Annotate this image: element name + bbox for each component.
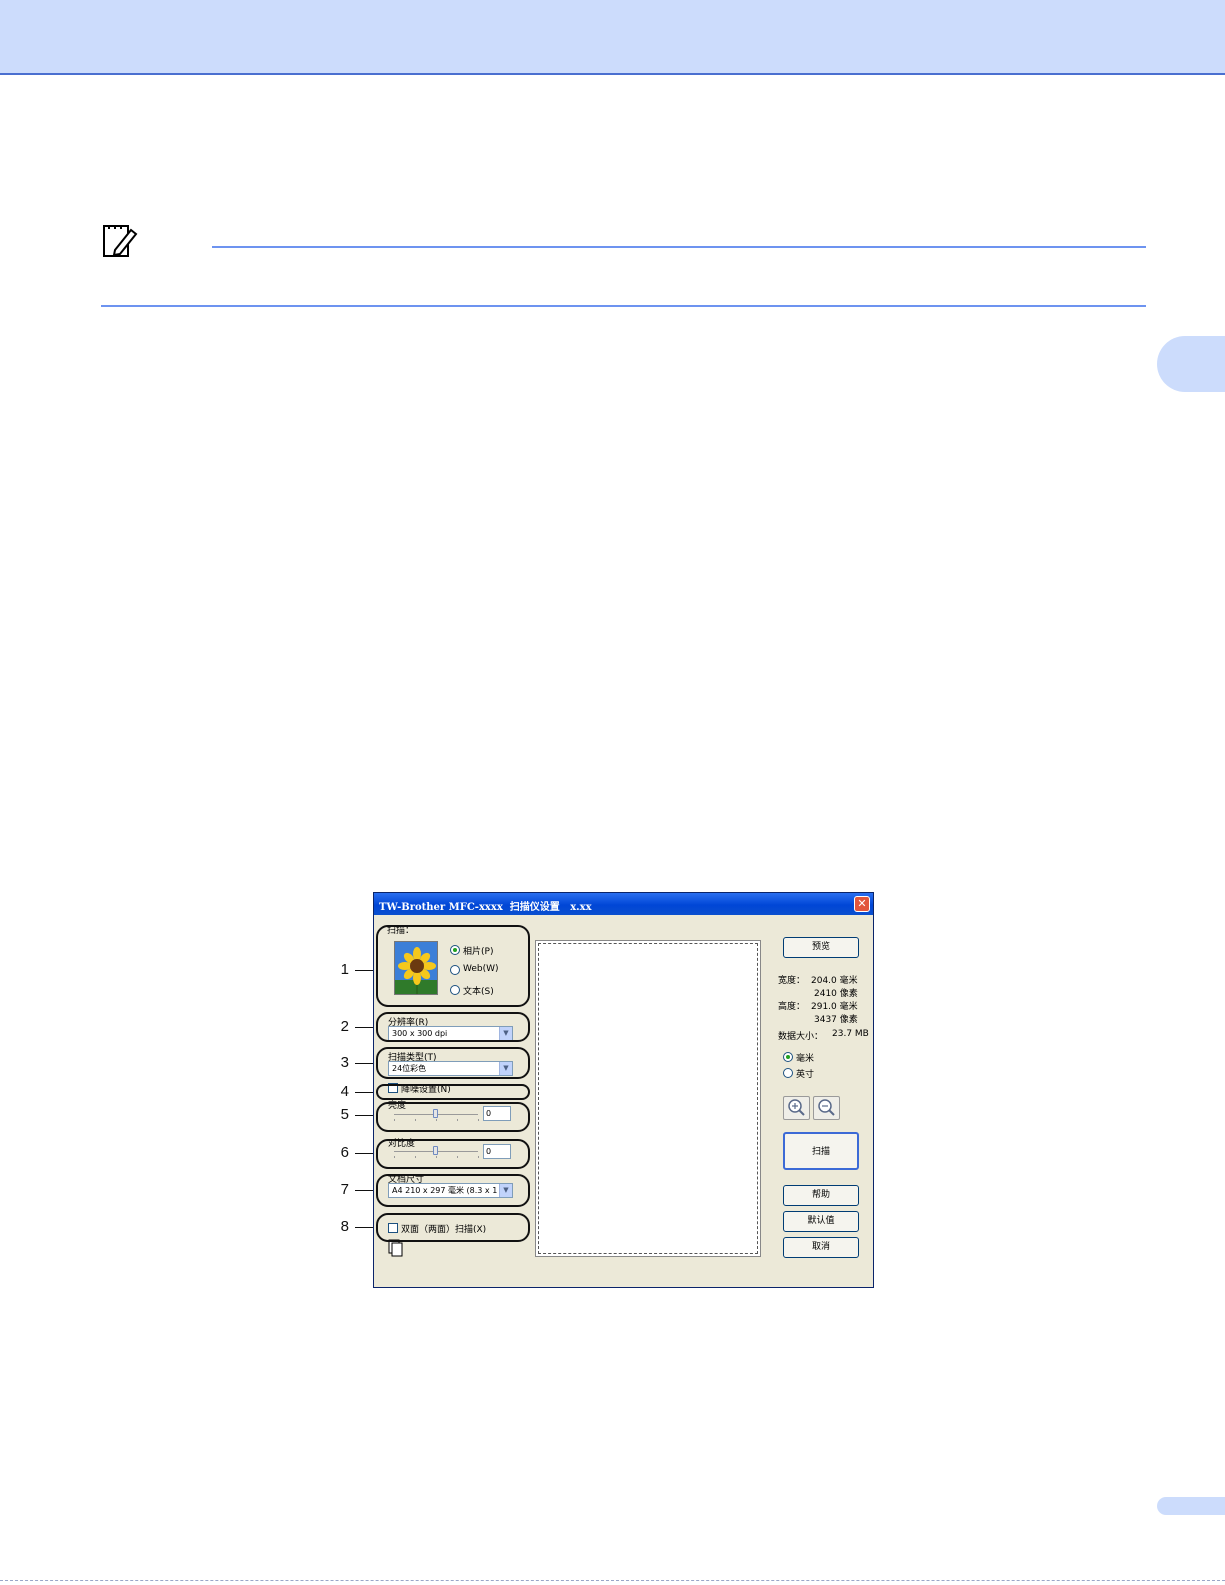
chevron-down-icon: ▼ [499, 1062, 512, 1075]
cancel-button[interactable]: 取消 [783, 1237, 859, 1258]
brightness-value-input[interactable]: 0 [483, 1106, 511, 1121]
zoom-out-button[interactable] [813, 1096, 840, 1120]
chevron-down-icon: ▼ [499, 1184, 512, 1197]
dialog-titlebar[interactable]: TW-Brother MFC-xxxx 扫描仪设置 x.xx ✕ [374, 893, 873, 915]
scan-preview-area[interactable] [535, 940, 761, 1257]
chevron-down-icon: ▼ [499, 1027, 512, 1040]
dialog-title: TW-Brother MFC-xxxx 扫描仪设置 x.xx [379, 902, 592, 913]
help-button[interactable]: 帮助 [783, 1185, 859, 1206]
brightness-label: 亮度 [388, 1101, 407, 1111]
contrast-value-input[interactable]: 0 [483, 1144, 511, 1159]
data-size-value: 23.7 MB [832, 1029, 869, 1039]
scan-mode-label: 扫描： [387, 926, 415, 936]
note-pencil-icon [103, 225, 138, 257]
page-number-tab [1157, 1497, 1225, 1515]
preview-button[interactable]: 预览 [783, 937, 859, 958]
note-rule-top [212, 246, 1146, 248]
width-px-value: 2410 像素 [814, 989, 858, 999]
zoom-out-icon [818, 1099, 835, 1116]
slider-thumb [433, 1146, 438, 1155]
data-size-label: 数据大小： [778, 1032, 824, 1042]
note-rule-bottom [101, 305, 1146, 307]
width-mm-value: 204.0 毫米 [811, 976, 858, 986]
page-header-band [0, 0, 1225, 75]
document-pages-icon [388, 1239, 403, 1257]
slider-thumb [433, 1109, 438, 1118]
default-button[interactable]: 默认值 [783, 1211, 859, 1232]
chapter-tab [1157, 336, 1225, 392]
footer-rule [0, 1580, 1225, 1581]
zoom-in-button[interactable] [783, 1096, 810, 1120]
scan-button[interactable]: 扫描 [783, 1132, 859, 1170]
contrast-label: 对比度 [388, 1139, 416, 1149]
resolution-select[interactable]: 300 x 300 dpi ▼ [388, 1026, 513, 1041]
document-size-select[interactable]: A4 210 x 297 毫米 (8.3 x 1 ▼ [388, 1183, 513, 1198]
width-label: 宽度： [778, 976, 806, 986]
scanner-settings-dialog: TW-Brother MFC-xxxx 扫描仪设置 x.xx ✕ 扫描： 相片(… [373, 892, 874, 1288]
scan-type-select[interactable]: 24位彩色 ▼ [388, 1061, 513, 1076]
close-icon[interactable]: ✕ [854, 896, 870, 912]
height-mm-value: 291.0 毫米 [811, 1002, 858, 1012]
sunflower-thumbnail [394, 941, 438, 995]
height-px-value: 3437 像素 [814, 1015, 858, 1025]
height-label: 高度： [778, 1002, 806, 1012]
zoom-in-icon [788, 1099, 805, 1116]
